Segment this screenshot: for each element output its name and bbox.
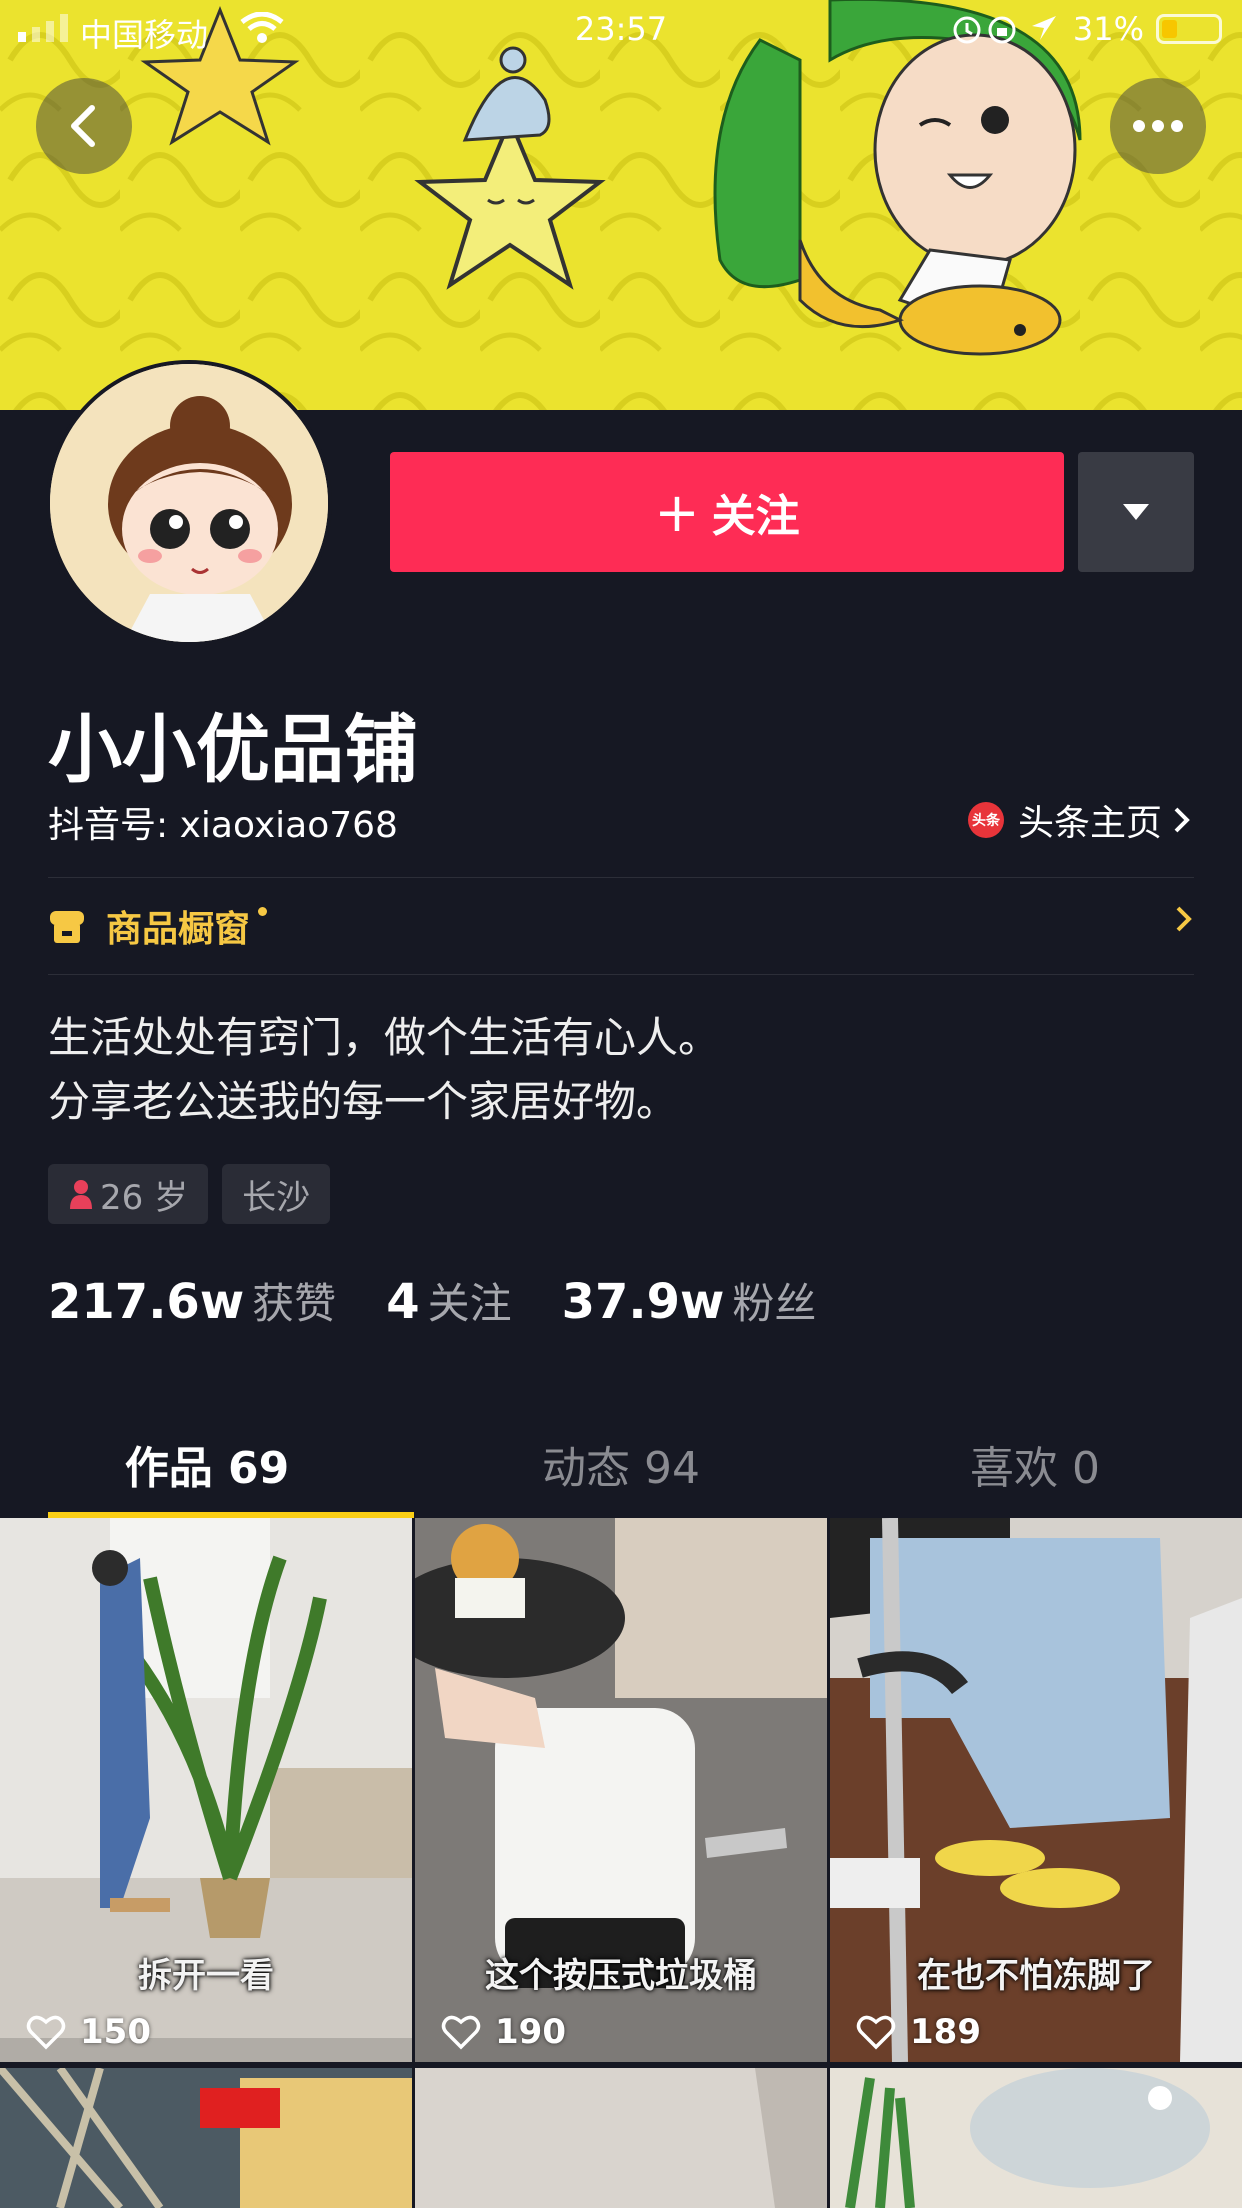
douyin-id: 抖音号: xiaoxiao768 [48, 805, 398, 846]
profile-stats: 217.6w 获赞 4 关注 37.9w 粉丝 [48, 1270, 866, 1331]
video-likes: 189 [856, 2012, 981, 2052]
avatar[interactable] [46, 360, 332, 646]
video-cover [830, 2068, 1242, 2208]
shop-window-row[interactable]: 商品橱窗 [48, 878, 1194, 974]
video-caption: 这个按压式垃圾桶 [485, 1956, 757, 1996]
profile-tags: 26 岁 长沙 [48, 1164, 331, 1224]
shop-window-label: 商品橱窗 [106, 909, 251, 950]
dropdown-triangle-icon [1123, 504, 1149, 520]
city-tag: 长沙 [222, 1164, 331, 1224]
fans-count: 37.9w [561, 1274, 725, 1330]
likes-count: 217.6w [48, 1274, 245, 1330]
profile-tabs: 作品 69 动态 94 喜欢 0 [0, 1410, 1242, 1518]
battery-percent: 31% [1072, 10, 1144, 48]
video-caption: 拆开一看 [138, 1956, 274, 1996]
follow-label: 关注 [711, 491, 800, 542]
video-thumbnail[interactable] [415, 2068, 827, 2208]
age-tag: 26 岁 [48, 1164, 209, 1224]
video-thumbnail[interactable]: 在也不怕冻脚了 189 [830, 1518, 1242, 2062]
bio-line: 生活处处有窍门，做个生活有心人。 [48, 1013, 721, 1062]
alarm-icon [953, 16, 1056, 44]
bio-line: 分享老公送我的每一个家居好物。 [48, 1077, 679, 1126]
following-count: 4 [386, 1274, 420, 1330]
new-dot [258, 906, 268, 916]
tab-activity[interactable]: 动态 94 [414, 1410, 828, 1518]
banner-illustration [0, 0, 1242, 410]
likes-stat: 217.6w 获赞 [48, 1270, 336, 1331]
bio: 生活处处有窍门，做个生活有心人。 分享老公送我的每一个家居好物。 [48, 1006, 720, 1134]
following-stat[interactable]: 4 关注 [386, 1270, 511, 1331]
battery-icon [1156, 14, 1222, 44]
heart-icon [441, 2015, 481, 2050]
fans-label: 粉丝 [732, 1279, 817, 1328]
video-thumbnail[interactable] [830, 2068, 1242, 2208]
video-thumbnail[interactable]: 拆开一看 150 [0, 1518, 412, 2062]
likes-count: 190 [495, 2012, 566, 2052]
video-cover [0, 2068, 412, 2208]
likes-count: 189 [910, 2012, 981, 2052]
follow-button[interactable]: + 关注 [390, 452, 1064, 572]
recommend-dropdown-button[interactable] [1078, 452, 1194, 572]
age-label: 26 岁 [100, 1177, 189, 1218]
location-icon [1032, 16, 1056, 40]
toutiao-homepage-link[interactable]: 头条 头条主页 [967, 794, 1192, 846]
more-button[interactable] [1110, 78, 1206, 174]
tab-liked[interactable]: 喜欢 0 [828, 1410, 1242, 1518]
tab-works[interactable]: 作品 69 [0, 1410, 414, 1518]
fans-stat[interactable]: 37.9w 粉丝 [562, 1270, 817, 1331]
plus-icon: + [654, 480, 700, 544]
back-arrow-icon [71, 105, 95, 147]
toutiao-label: 头条主页 [1017, 803, 1162, 844]
heart-icon [856, 2015, 896, 2050]
avatar-image [50, 364, 328, 642]
shop-icon [50, 911, 84, 943]
video-cover [415, 2068, 827, 2208]
female-icon [70, 1180, 92, 1209]
heart-icon [26, 2015, 66, 2050]
video-likes: 150 [26, 2012, 151, 2052]
following-label: 关注 [427, 1279, 512, 1328]
video-thumbnail[interactable]: 这个按压式垃圾桶 190 [415, 1518, 827, 2062]
chevron-right-icon [1176, 906, 1192, 932]
video-thumbnail[interactable] [0, 2068, 412, 2208]
video-likes: 190 [441, 2012, 566, 2052]
likes-count: 150 [80, 2012, 151, 2052]
toutiao-icon: 头条 [967, 802, 1004, 838]
divider [48, 974, 1194, 975]
profile-banner [0, 0, 1242, 410]
likes-label: 获赞 [252, 1279, 337, 1328]
video-caption: 在也不怕冻脚了 [917, 1956, 1155, 1996]
chevron-right-icon [1174, 807, 1190, 833]
back-button[interactable] [36, 78, 132, 174]
city-label: 长沙 [242, 1177, 311, 1218]
more-dots-icon [1133, 120, 1183, 132]
status-bar: 中国移动 23:57 31% [0, 0, 1242, 58]
profile-name: 小小优品铺 [48, 707, 418, 793]
